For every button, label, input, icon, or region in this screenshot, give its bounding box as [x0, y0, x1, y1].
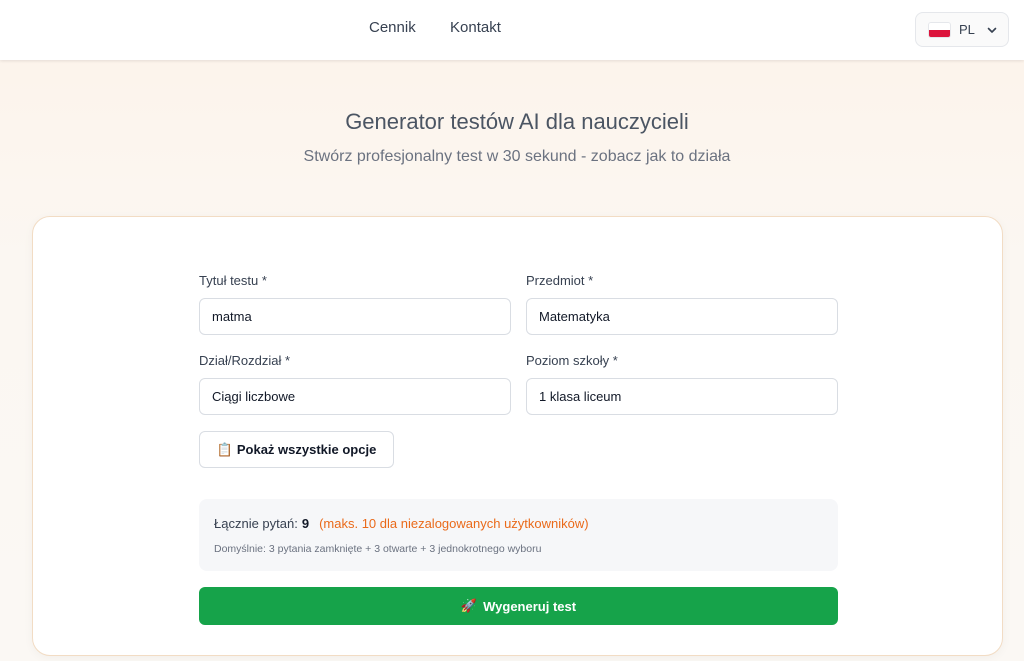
language-code: PL — [959, 22, 975, 37]
rocket-icon: 🚀 — [460, 598, 478, 613]
question-count-line: Łącznie pytań: 9 (maks. 10 dla niezalogowa… — [214, 516, 589, 531]
clipboard-icon: 📋 — [216, 441, 233, 457]
test-generator-card: Tytuł testu * Przedmiot * Dział/Rozdział… — [32, 216, 1003, 656]
subject-input[interactable] — [526, 298, 838, 335]
poland-flag-icon — [929, 22, 950, 37]
question-count-value: 9 — [301, 516, 310, 531]
generate-test-button[interactable]: 🚀 Wygeneruj test — [199, 587, 838, 625]
chevron-down-icon — [986, 24, 998, 36]
show-all-options-button[interactable]: 📋 Pokaż wszystkie opcje — [199, 431, 394, 468]
question-limit-note: (maks. 10 dla niezalogowanych użytkownik… — [319, 516, 589, 531]
section-input[interactable] — [199, 378, 511, 415]
nav-link-pricing[interactable]: Cennik — [369, 19, 416, 36]
top-navbar: Cennik Kontakt PL — [0, 0, 1024, 60]
school-level-input[interactable] — [526, 378, 838, 415]
test-title-input[interactable] — [199, 298, 511, 335]
generate-test-label: Wygeneruj test — [483, 598, 577, 614]
question-count-label: Łącznie pytań: — [214, 516, 298, 531]
question-defaults-note: Domyślnie: 3 pytania zamknięte + 3 otwar… — [214, 543, 542, 555]
school-level-label: Poziom szkoły * — [526, 353, 618, 368]
test-title-label: Tytuł testu * — [199, 273, 267, 288]
page-title: Generator testów AI dla nauczycieli — [345, 109, 689, 134]
language-selector[interactable]: PL — [915, 12, 1009, 47]
nav-link-contact[interactable]: Kontakt — [450, 19, 501, 36]
section-label: Dział/Rozdział * — [199, 353, 291, 368]
question-summary-box: Łącznie pytań: 9 (maks. 10 dla niezalogowa… — [199, 499, 838, 571]
subject-label: Przedmiot * — [526, 273, 594, 288]
page-subtitle: Stwórz profesjonalny test w 30 sekund - … — [303, 148, 731, 165]
show-all-options-label: Pokaż wszystkie opcje — [236, 442, 377, 457]
